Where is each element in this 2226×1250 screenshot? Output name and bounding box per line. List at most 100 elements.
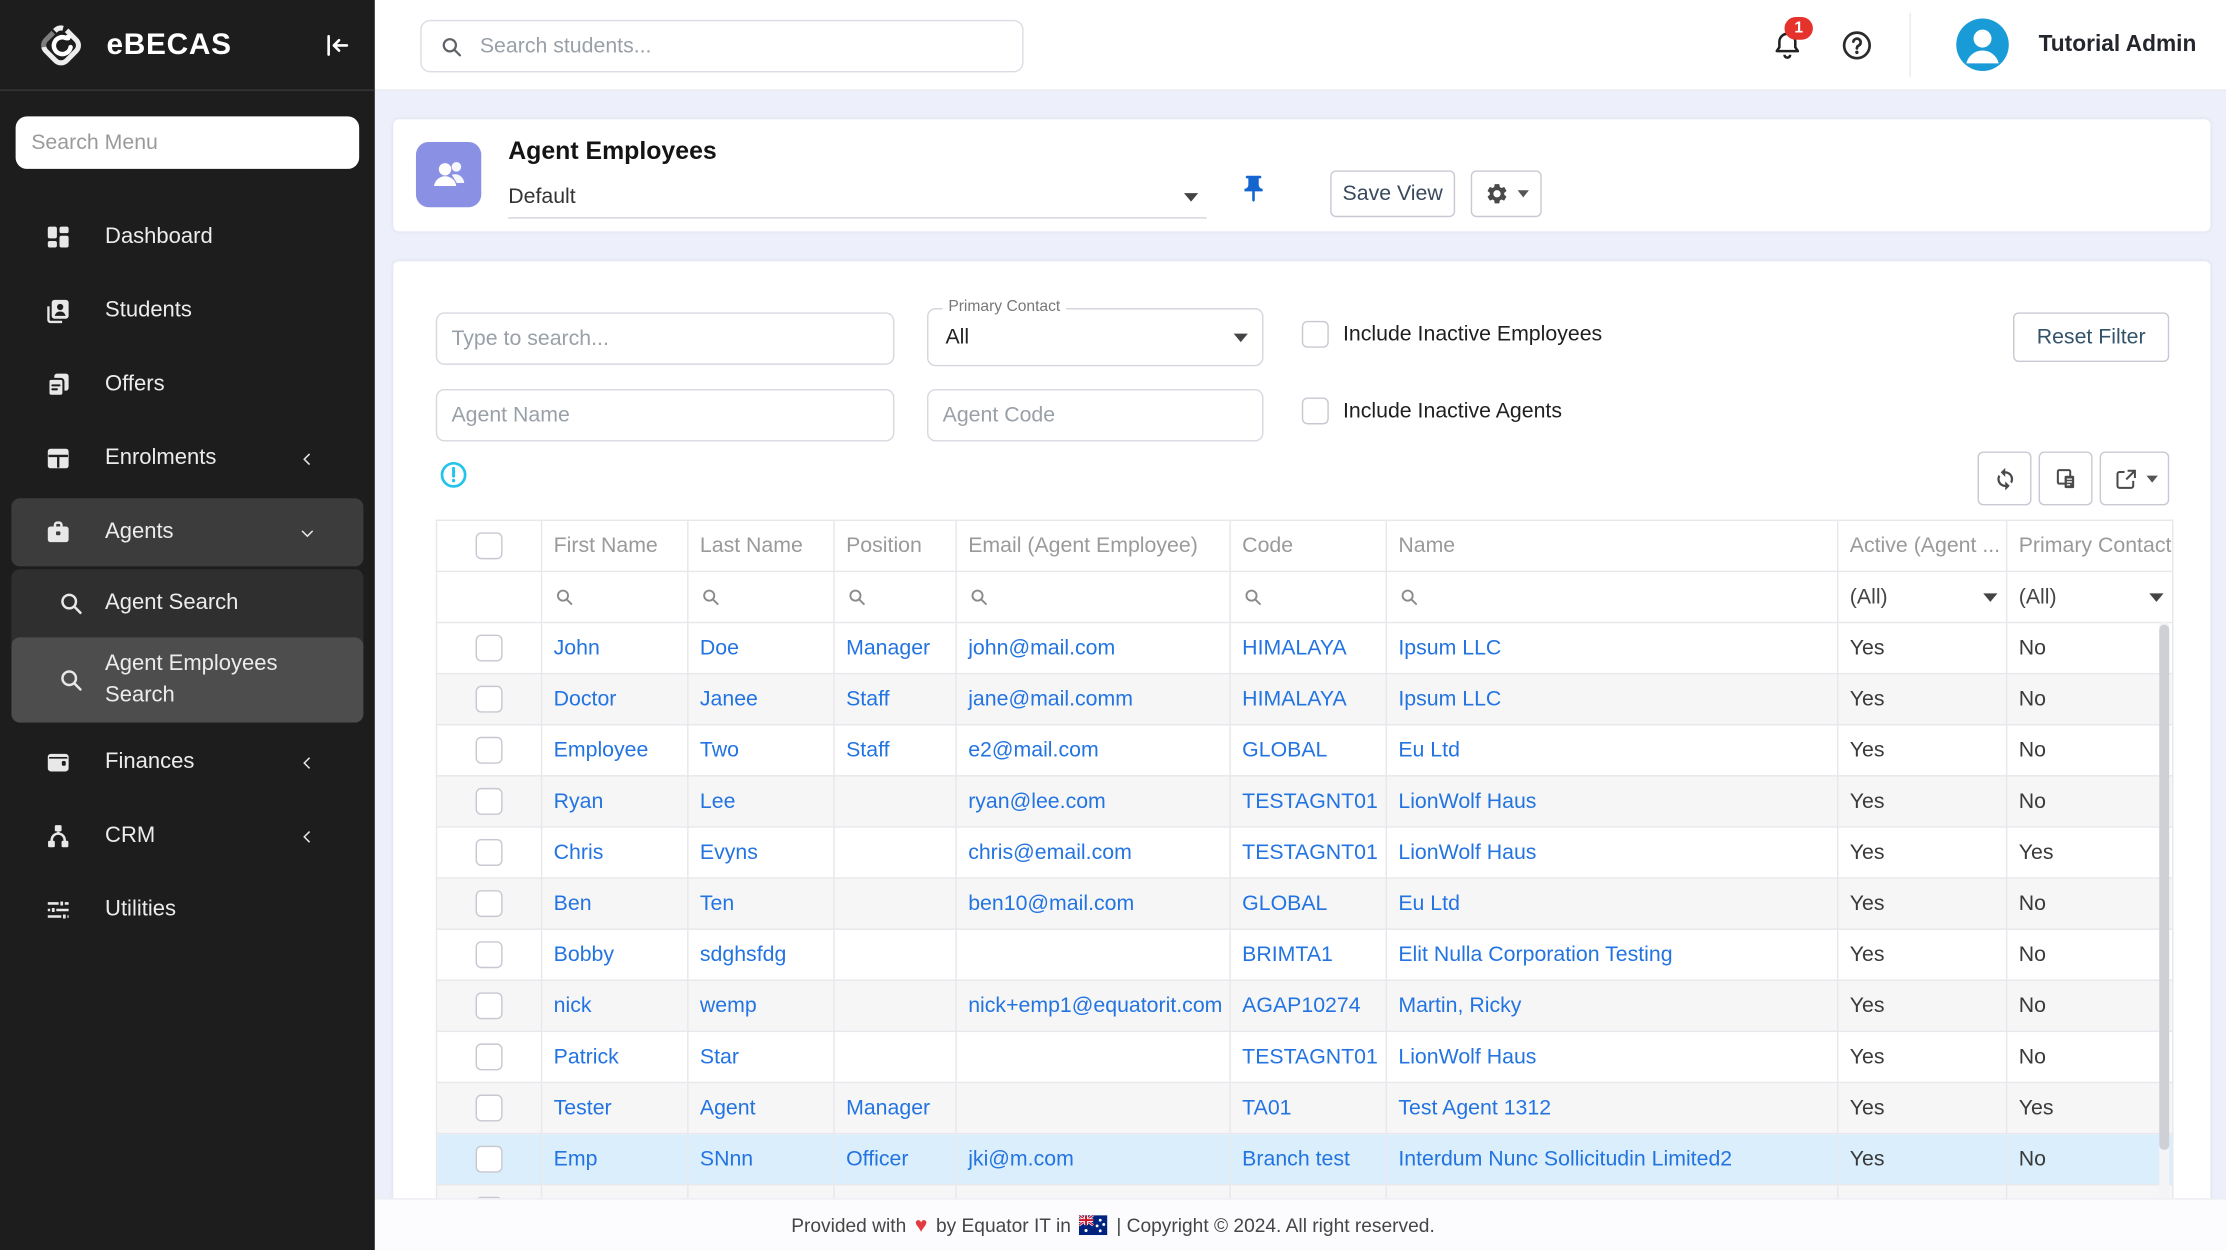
sidebar-collapse-icon[interactable] [321, 29, 352, 60]
export-button[interactable] [2100, 451, 2170, 505]
cell-name[interactable]: LionWolf Haus [1386, 776, 1837, 827]
cell-last-name[interactable]: Evyns [688, 827, 834, 878]
sidebar-item-students[interactable]: Students [0, 274, 375, 348]
row-checkbox[interactable] [476, 737, 503, 764]
cell-last-name[interactable]: Two [688, 725, 834, 776]
sidebar-item-dashboard[interactable]: Dashboard [0, 200, 375, 274]
cell-last-name[interactable]: Doe [688, 623, 834, 674]
cell-name[interactable]: Ipsum LLC [1386, 623, 1837, 674]
cell-code[interactable]: TA01 [1230, 1082, 1386, 1133]
cell-code[interactable]: HIMALAYA [1230, 623, 1386, 674]
row-checkbox[interactable] [476, 686, 503, 713]
row-checkbox[interactable] [476, 890, 503, 917]
table-row[interactable]: Chris Evyns chris@email.com TESTAGNT01 L… [437, 827, 2173, 878]
cell-code[interactable]: TESTAGNT01 [1230, 1031, 1386, 1082]
cell-position[interactable] [834, 827, 956, 878]
sidebar-item-utilities[interactable]: Utilities [0, 873, 375, 947]
select-all-checkbox[interactable] [476, 532, 503, 559]
cell-email[interactable]: ben10@mail.com [956, 878, 1230, 929]
sidebar-item-enrolments[interactable]: Enrolments [0, 422, 375, 496]
view-selector[interactable]: Default [508, 176, 1206, 219]
settings-button[interactable] [1471, 170, 1542, 217]
cell-code[interactable]: BRIMTA1 [1230, 929, 1386, 980]
cell-name[interactable]: Elit Nulla Corporation Testing [1386, 929, 1837, 980]
cell-code[interactable]: GLOBAL [1230, 725, 1386, 776]
filter-email[interactable] [956, 571, 1230, 622]
row-checkbox[interactable] [476, 839, 503, 866]
column-header-primary-contact[interactable]: Primary Contact [2007, 520, 2173, 571]
cell-email[interactable]: jki@m.com [956, 1134, 1230, 1185]
cell-position[interactable] [834, 878, 956, 929]
user-name[interactable]: Tutorial Admin [2039, 0, 2197, 89]
cell-email[interactable]: john@mail.com [956, 623, 1230, 674]
info-icon[interactable] [439, 460, 469, 490]
copy-button[interactable] [2039, 451, 2093, 505]
table-row[interactable]: Tester Agent Manager TA01 Test Agent 131… [437, 1082, 2173, 1133]
avatar[interactable] [1956, 18, 2009, 71]
agent-name-input[interactable] [436, 389, 895, 442]
table-row[interactable]: Bobby sdghsfdg BRIMTA1 Elit Nulla Corpor… [437, 929, 2173, 980]
filter-first-name[interactable] [542, 571, 688, 622]
reset-filter-button[interactable]: Reset Filter [2013, 312, 2169, 362]
cell-code[interactable]: Branch test [1230, 1134, 1386, 1185]
cell-position[interactable]: Staff [834, 725, 956, 776]
cell-last-name[interactable]: sdghsfdg [688, 929, 834, 980]
sidebar-item-agents[interactable]: Agents [11, 498, 363, 566]
row-checkbox[interactable] [476, 635, 503, 662]
cell-first-name[interactable]: Bobby [542, 929, 688, 980]
help-icon[interactable] [1840, 28, 1874, 62]
cell-email[interactable]: chris@email.com [956, 827, 1230, 878]
sidebar-item-agent-employees-search[interactable]: Agent Employees Search [11, 637, 363, 722]
include-inactive-agents-checkbox[interactable] [1302, 397, 1329, 424]
cell-position[interactable] [834, 776, 956, 827]
row-checkbox[interactable] [476, 788, 503, 815]
cell-email[interactable] [956, 1082, 1230, 1133]
cell-last-name[interactable]: Janee [688, 674, 834, 725]
cell-last-name[interactable]: Agent [688, 1082, 834, 1133]
sidebar-item-crm[interactable]: CRM [0, 799, 375, 873]
pin-icon[interactable] [1238, 170, 1269, 207]
row-checkbox[interactable] [476, 992, 503, 1019]
cell-position[interactable] [834, 1031, 956, 1082]
cell-email[interactable]: nick+emp1@equatorit.com [956, 980, 1230, 1031]
cell-first-name[interactable]: Emp [542, 1134, 688, 1185]
notifications-button[interactable]: 1 [1770, 28, 1804, 62]
cell-name[interactable]: LionWolf Haus [1386, 827, 1837, 878]
cell-code[interactable]: HIMALAYA [1230, 674, 1386, 725]
include-inactive-employees-checkbox[interactable] [1302, 321, 1329, 348]
cell-position[interactable]: Manager [834, 1082, 956, 1133]
cell-email[interactable]: jane@mail.comm [956, 674, 1230, 725]
cell-code[interactable]: TESTAGNT01 [1230, 827, 1386, 878]
table-scrollbar-thumb[interactable] [2159, 625, 2169, 1150]
column-header-code[interactable]: Code [1230, 520, 1386, 571]
cell-name[interactable]: Eu Ltd [1386, 878, 1837, 929]
row-checkbox[interactable] [476, 1146, 503, 1173]
filter-last-name[interactable] [688, 571, 834, 622]
save-view-button[interactable]: Save View [1330, 170, 1455, 217]
filter-primary-contact-select[interactable]: (All) [2007, 571, 2173, 622]
cell-first-name[interactable]: John [542, 623, 688, 674]
sidebar-item-offers[interactable]: Offers [0, 348, 375, 422]
cell-position[interactable] [834, 929, 956, 980]
column-header-position[interactable]: Position [834, 520, 956, 571]
table-row[interactable]: Doctor Janee Staff jane@mail.comm HIMALA… [437, 674, 2173, 725]
cell-first-name[interactable]: Doctor [542, 674, 688, 725]
sidebar-item-finances[interactable]: Finances [0, 725, 375, 799]
filter-name[interactable] [1386, 571, 1837, 622]
cell-first-name[interactable]: Employee [542, 725, 688, 776]
table-row[interactable]: nick wemp nick+emp1@equatorit.com AGAP10… [437, 980, 2173, 1031]
cell-first-name[interactable]: Tester [542, 1082, 688, 1133]
cell-code[interactable]: TESTAGNT01 [1230, 776, 1386, 827]
row-checkbox[interactable] [476, 941, 503, 968]
table-row[interactable]: Ryan Lee ryan@lee.com TESTAGNT01 LionWol… [437, 776, 2173, 827]
sidebar-item-agent-search[interactable]: Agent Search [11, 569, 363, 637]
cell-email[interactable] [956, 929, 1230, 980]
cell-first-name[interactable]: Ryan [542, 776, 688, 827]
table-row[interactable]: Emp SNnn Officer jki@m.com Branch test I… [437, 1134, 2173, 1185]
cell-first-name[interactable]: nick [542, 980, 688, 1031]
cell-name[interactable]: LionWolf Haus [1386, 1031, 1837, 1082]
agent-code-input[interactable] [927, 389, 1263, 442]
filter-active-select[interactable]: (All) [1838, 571, 2007, 622]
row-checkbox[interactable] [476, 1043, 503, 1070]
cell-name[interactable]: Ipsum LLC [1386, 674, 1837, 725]
